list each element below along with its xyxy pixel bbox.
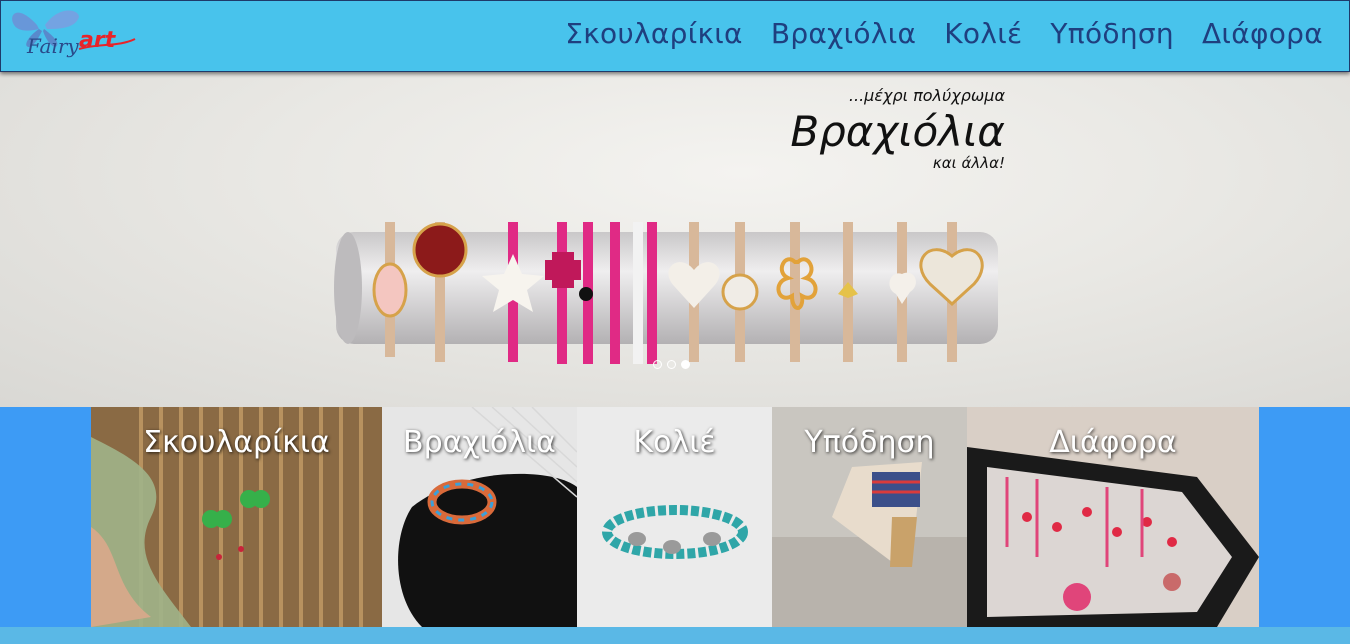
fairy-wings-logo-icon: Fairy art <box>12 10 136 58</box>
hero-slider[interactable]: ...μέχρι πολύχρωμα Βραχιόλια και άλλα! <box>0 72 1350 407</box>
slider-dots <box>653 360 690 369</box>
nav-item-necklaces[interactable]: Κολιέ <box>944 17 1022 50</box>
nav-item-misc[interactable]: Διάφορα <box>1202 17 1323 50</box>
nav-item-bracelets[interactable]: Βραχιόλια <box>771 17 916 50</box>
hero-title: Βραχιόλια <box>790 107 1005 156</box>
footer-strip <box>0 627 1350 644</box>
slider-dot-1[interactable] <box>653 360 662 369</box>
category-label-footwear: Υπόδηση <box>804 425 935 460</box>
hero-post-text: και άλλα! <box>932 154 1005 172</box>
category-tile-bracelets[interactable]: Βραχιόλια <box>382 407 577 627</box>
slider-dot-3[interactable] <box>681 360 690 369</box>
site-header: Fairy art Σκουλαρίκια Βραχιόλια Κολιέ Υπ… <box>0 0 1350 72</box>
main-nav: Σκουλαρίκια Βραχιόλια Κολιέ Υπόδηση Διάφ… <box>565 17 1323 50</box>
category-tile-earrings[interactable]: Σκουλαρίκια <box>91 407 382 627</box>
hero-caption: ...μέχρι πολύχρωμα Βραχιόλια και άλλα! <box>790 86 1005 172</box>
category-tile-necklaces[interactable]: Κολιέ <box>577 407 772 627</box>
svg-text:Fairy: Fairy <box>26 34 79 58</box>
category-label-earrings: Σκουλαρίκια <box>143 425 330 460</box>
category-label-necklaces: Κολιέ <box>633 425 716 460</box>
hero-pre-text: ...μέχρι πολύχρωμα <box>848 86 1005 105</box>
bracelets-photo <box>334 222 998 364</box>
nav-item-footwear[interactable]: Υπόδηση <box>1050 17 1174 50</box>
nav-item-earrings[interactable]: Σκουλαρίκια <box>565 17 743 50</box>
slider-dot-2[interactable] <box>667 360 676 369</box>
svg-text:art: art <box>79 28 117 53</box>
site-logo[interactable]: Fairy art <box>9 3 139 67</box>
category-label-bracelets: Βραχιόλια <box>403 425 556 460</box>
category-tile-footwear[interactable]: Υπόδηση <box>772 407 967 627</box>
category-tile-misc[interactable]: Διάφορα <box>967 407 1259 627</box>
category-tiles: Σκουλαρίκια Βραχιόλια Κολιέ Υπόδηση Διάφ… <box>91 407 1259 627</box>
category-label-misc: Διάφορα <box>1049 425 1177 460</box>
